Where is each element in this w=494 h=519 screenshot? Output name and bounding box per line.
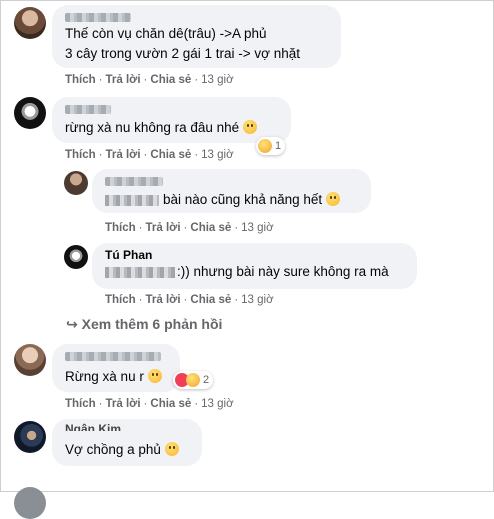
commenter-name-redacted[interactable] — [65, 105, 111, 114]
reply-arrow-icon: ↪ — [66, 316, 78, 332]
commenter-avatar[interactable] — [14, 421, 46, 453]
reaction-badge[interactable]: 2 — [173, 371, 214, 389]
reply-link[interactable]: Trả lời — [146, 294, 181, 306]
reply-text: :)) nhưng bài này sure không ra mà — [177, 264, 389, 279]
share-link[interactable]: Chia sẻ — [150, 398, 191, 410]
commenter-avatar[interactable] — [14, 7, 46, 39]
comment-actions: Thích · Trả lời · Chia sẻ · 13 giờ — [65, 74, 234, 86]
timestamp[interactable]: 13 giờ — [241, 222, 273, 234]
neutral-emoji-icon — [147, 369, 162, 383]
like-link[interactable]: Thích — [105, 222, 136, 234]
comment-actions: Thích · Trả lời · Chia sẻ · 13 giờ — [65, 149, 234, 161]
reaction-count: 2 — [203, 374, 210, 386]
comment-actions: Thích · Trả lời · Chia sẻ · 13 giờ — [65, 398, 234, 410]
haha-reaction-icon — [186, 373, 200, 387]
replier-avatar[interactable] — [64, 171, 88, 195]
view-more-replies-link[interactable]: ↪ Xem thêm 6 phản hồi — [66, 316, 222, 333]
smile-emoji-icon — [243, 120, 258, 134]
reply-actions: Thích · Trả lời · Chia sẻ · 13 giờ — [105, 222, 274, 234]
commenter-name-redacted[interactable] — [65, 352, 161, 361]
share-link[interactable]: Chia sẻ — [190, 294, 231, 306]
reply-link[interactable]: Trả lời — [146, 222, 181, 234]
reply-link[interactable]: Trả lời — [106, 149, 141, 161]
replier-avatar[interactable] — [64, 245, 88, 269]
reply-text: bài nào cũng khả năng hết — [163, 192, 341, 207]
like-link[interactable]: Thích — [105, 294, 136, 306]
comment-text-line: 3 cây trong vườn 2 gái 1 trai -> vợ nhặt — [65, 46, 300, 61]
redacted-mention — [105, 195, 159, 206]
comment-text: Vợ chồng a phủ — [65, 442, 179, 457]
like-link[interactable]: Thích — [65, 149, 96, 161]
replier-name[interactable]: Tú Phan — [105, 248, 152, 262]
share-link[interactable]: Chia sẻ — [150, 149, 191, 161]
comment-text: Rừng xà nu r — [65, 369, 162, 384]
commenter-name-redacted[interactable] — [65, 13, 131, 22]
reply-actions: Thích · Trả lời · Chia sẻ · 13 giờ — [105, 294, 274, 306]
commenter-avatar[interactable] — [14, 344, 46, 376]
reply-link[interactable]: Trả lời — [106, 74, 141, 86]
commenter-avatar[interactable] — [14, 97, 46, 129]
sad-reaction-icon — [258, 139, 272, 153]
commenter-name-partial[interactable]: Ngân Kim — [65, 422, 121, 431]
reply-link[interactable]: Trả lời — [106, 398, 141, 410]
redacted-mention — [105, 267, 175, 278]
comment-text-line: Thế còn vụ chăn dê(trâu) ->A phủ — [65, 26, 267, 41]
yawning-emoji-icon — [326, 192, 341, 206]
share-link[interactable]: Chia sẻ — [150, 74, 191, 86]
like-link[interactable]: Thích — [65, 398, 96, 410]
reaction-badge[interactable]: 1 — [256, 137, 286, 155]
timestamp[interactable]: 13 giờ — [241, 294, 273, 306]
reaction-count: 1 — [275, 140, 282, 152]
timestamp[interactable]: 13 giờ — [201, 398, 233, 410]
replier-name-redacted[interactable] — [105, 177, 163, 186]
like-link[interactable]: Thích — [65, 74, 96, 86]
relieved-emoji-icon — [164, 442, 179, 456]
comment-text: rừng xà nu không ra đâu nhé — [65, 120, 258, 135]
share-link[interactable]: Chia sẻ — [190, 222, 231, 234]
timestamp[interactable]: 13 giờ — [201, 74, 233, 86]
timestamp[interactable]: 13 giờ — [201, 149, 233, 161]
